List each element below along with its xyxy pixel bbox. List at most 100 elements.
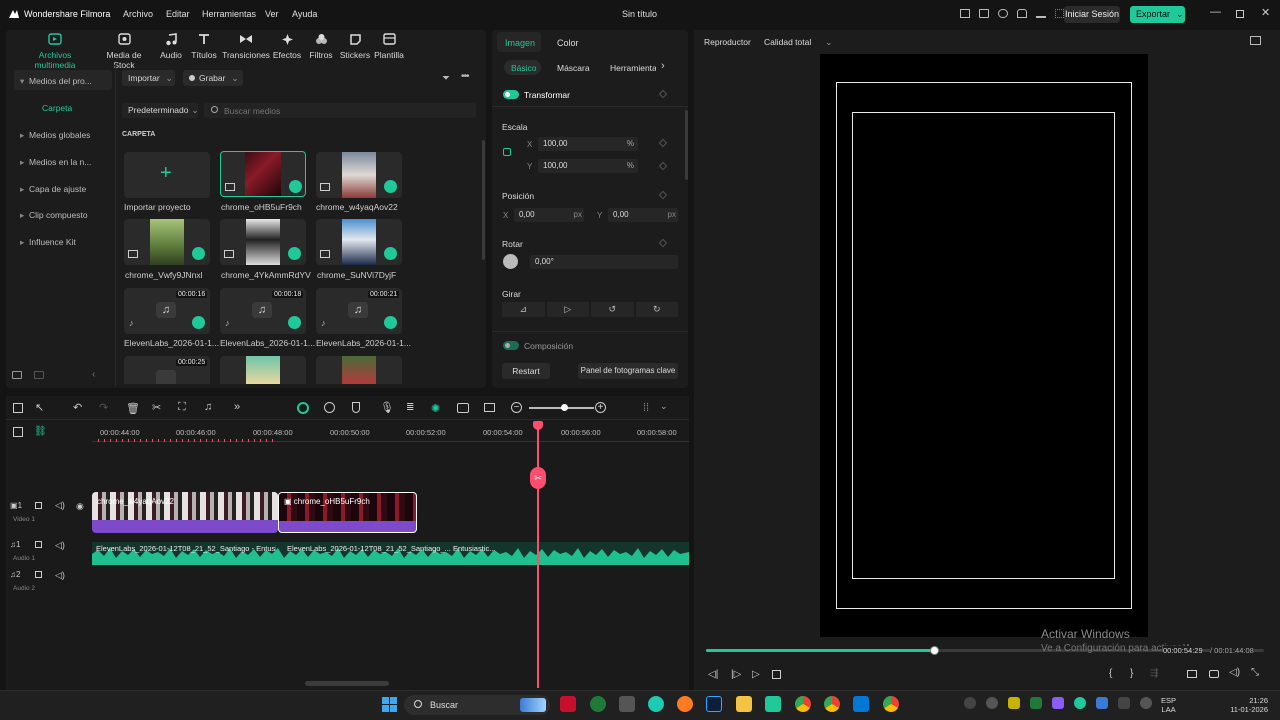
delete-icon[interactable]: 🗑 <box>126 402 140 415</box>
sidebar-item-medios-nube[interactable]: ▸ Medios en la n... <box>20 157 91 168</box>
sidebar-item-clip-compuesto[interactable]: ▸ Clip compuesto <box>20 210 88 221</box>
sidebar-item-influence-kit[interactable]: ▸ Influence Kit <box>20 237 76 248</box>
mute-icon[interactable]: ◁) <box>55 570 65 581</box>
media-thumb[interactable] <box>316 219 402 265</box>
quality-dropdown[interactable]: Calidad total ⌄ <box>764 37 832 48</box>
import-button[interactable]: Importar ⌄ <box>122 70 175 86</box>
cut-icon[interactable]: ✂ <box>152 401 161 414</box>
auto-highlight-icon[interactable] <box>297 402 309 414</box>
tray-icon[interactable] <box>1008 697 1020 709</box>
folder-icon[interactable] <box>34 371 44 379</box>
folder-icon[interactable] <box>35 571 42 578</box>
next-frame-icon[interactable]: |▷ <box>731 669 741 680</box>
zoom-handle[interactable] <box>561 404 568 411</box>
windows-start-icon[interactable] <box>382 697 397 712</box>
sidebar-item-medios-globales[interactable]: ▸ Medios globales <box>20 130 90 141</box>
search-box[interactable] <box>204 103 476 118</box>
audio-clip[interactable]: ElevenLabs_2026-01-12T08_21_52_Santiago … <box>92 542 689 565</box>
crop-icon[interactable]: ⛶ <box>178 401 186 414</box>
more-tools-icon[interactable]: » <box>234 401 240 413</box>
notification-icon[interactable] <box>1017 9 1027 18</box>
menu-ver[interactable]: Ver <box>265 9 279 19</box>
filmora-taskbar-icon[interactable] <box>765 696 781 712</box>
sort-dropdown[interactable]: Predeterminado ⌄ <box>122 103 199 118</box>
sidebar-item-medios-proyecto[interactable]: ▾ Medios del pro... <box>20 76 92 87</box>
layout-grid-icon[interactable] <box>13 403 23 413</box>
file-explorer-icon[interactable] <box>736 696 752 712</box>
tray-icon[interactable] <box>964 697 976 709</box>
flip-vertical-icon[interactable]: ▷ <box>546 302 589 317</box>
sidebar-item-capa-ajuste[interactable]: ▸ Capa de ajuste <box>20 184 86 195</box>
properties-scrollbar[interactable] <box>685 110 688 180</box>
transform-toggle[interactable] <box>503 90 519 99</box>
xbox-icon[interactable] <box>590 696 606 712</box>
export-button[interactable]: Exportar ⌄ <box>1130 6 1185 23</box>
play-icon[interactable]: ▷ <box>752 669 760 680</box>
import-project-card[interactable]: + <box>124 152 210 198</box>
rotate-dial[interactable] <box>503 254 518 269</box>
media-thumb[interactable] <box>220 151 306 197</box>
app-icon[interactable] <box>560 696 576 712</box>
flip-horizontal-icon[interactable]: ⊿ <box>502 302 545 317</box>
close-icon[interactable]: ✕ <box>1261 6 1270 19</box>
insert-icon[interactable]: ⇶ <box>1150 668 1158 679</box>
subtab-herramienta[interactable]: Herramienta <box>610 63 656 73</box>
audio-thumb[interactable]: 00:00:25 <box>124 356 210 384</box>
media-thumb[interactable] <box>316 356 402 384</box>
subtab-basico[interactable]: Básico <box>511 63 537 73</box>
apps-icon[interactable] <box>1055 9 1064 18</box>
snapshot-icon[interactable] <box>484 403 495 412</box>
pos-x-field[interactable]: 0,00 px <box>514 208 584 222</box>
tray-icon[interactable] <box>1140 697 1152 709</box>
camera-icon[interactable] <box>1209 670 1219 678</box>
scale-x-field[interactable]: 100,00% <box>538 137 638 151</box>
eye-icon[interactable]: ◉ <box>76 501 84 512</box>
tray-icon[interactable] <box>1096 697 1108 709</box>
playhead[interactable] <box>537 424 539 688</box>
lock-icon[interactable] <box>503 148 511 156</box>
mute-icon[interactable]: ◁) <box>55 500 65 511</box>
tray-icon[interactable] <box>1118 697 1130 709</box>
minimize-icon[interactable]: — <box>1210 6 1221 18</box>
composition-toggle[interactable] <box>503 341 519 350</box>
app-icon[interactable] <box>619 696 635 712</box>
chrome-icon[interactable] <box>795 696 811 712</box>
media-thumb[interactable] <box>220 356 306 384</box>
tray-icon[interactable] <box>1030 697 1042 709</box>
audio-thumb[interactable]: 00:00:16 ♫ ♪ <box>124 288 210 334</box>
zoom-out-icon[interactable]: − <box>511 402 522 413</box>
snapshot-icon[interactable] <box>1250 36 1261 45</box>
pos-y-field[interactable]: 0,00 px <box>608 208 678 222</box>
tab-plantilla[interactable]: Plantilla <box>361 33 417 60</box>
record-button[interactable]: Grabar ⌄ <box>183 70 243 86</box>
collapse-icon[interactable]: ‹ <box>92 369 95 380</box>
timeline-scrollbar[interactable] <box>305 681 389 686</box>
select-tool-icon[interactable]: ↖ <box>35 401 44 414</box>
chrome-icon[interactable] <box>883 696 899 712</box>
search-input[interactable] <box>224 104 464 117</box>
stop-icon[interactable] <box>772 670 781 679</box>
chevron-right-icon[interactable]: › <box>661 60 665 72</box>
taskbar-search[interactable]: Buscar <box>404 695 550 715</box>
tray-icon[interactable] <box>986 697 998 709</box>
tray-icon[interactable] <box>1074 697 1086 709</box>
menu-herramientas[interactable]: Herramientas <box>202 9 256 19</box>
display-icon[interactable] <box>1187 670 1197 678</box>
subtitle-icon[interactable]: ≣ <box>406 402 414 413</box>
ai-icon[interactable]: ✺ <box>431 402 440 415</box>
audio-thumb[interactable]: 00:00:18 ♫ ♪ <box>220 288 306 334</box>
mark-in-icon[interactable]: { <box>1109 668 1112 679</box>
media-thumb[interactable] <box>124 219 210 265</box>
app-icon[interactable] <box>648 696 664 712</box>
marker-icon[interactable] <box>352 402 360 413</box>
reset-button[interactable]: Restart <box>502 363 550 379</box>
more-icon[interactable]: ••• <box>461 71 469 82</box>
language-indicator[interactable]: ESP LAA <box>1161 696 1176 714</box>
cloud-icon[interactable] <box>998 9 1008 18</box>
login-button[interactable]: Iniciar Sesión <box>1064 6 1120 23</box>
audio-thumb[interactable]: 00:00:21 ♫ ♪ <box>316 288 402 334</box>
folder-icon[interactable] <box>35 502 42 509</box>
filter-list-icon[interactable]: ⏷ <box>442 73 450 84</box>
grid-menu-icon[interactable]: ⁞⁞ <box>643 402 649 414</box>
tray-icon[interactable] <box>1052 697 1064 709</box>
